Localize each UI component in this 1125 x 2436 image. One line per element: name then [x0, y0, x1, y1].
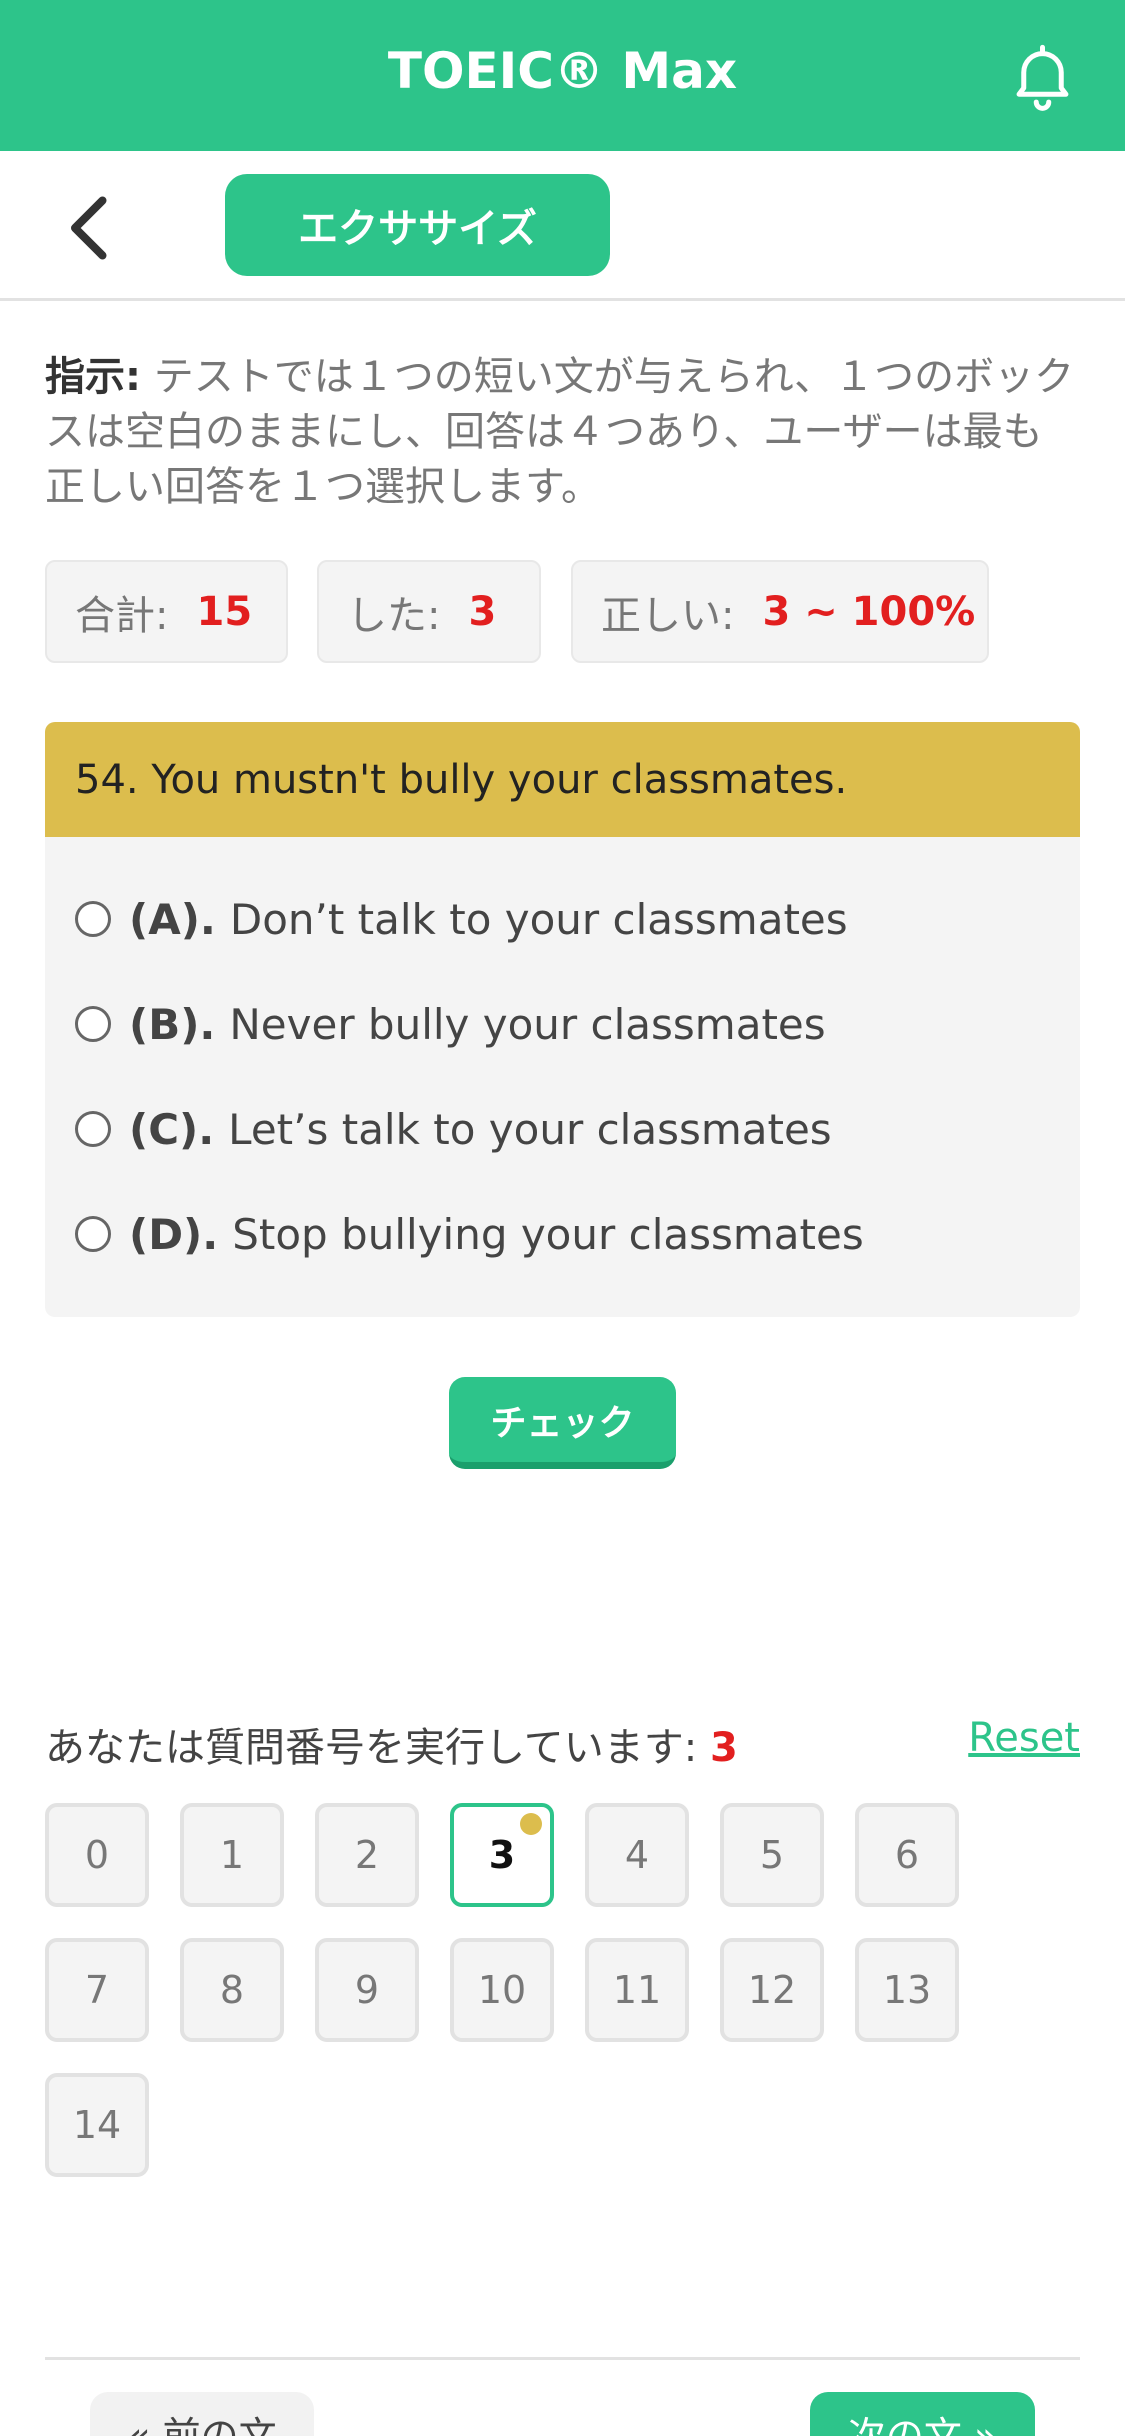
stat-done-label: した:: [347, 592, 441, 639]
question-number-button-current[interactable]: 3: [450, 1803, 554, 1907]
stat-correct-label: 正しい:: [601, 592, 735, 639]
question-number-button[interactable]: 8: [180, 1938, 284, 2042]
question-number-button[interactable]: 13: [855, 1938, 959, 2042]
app-header: TOEIC® Max: [0, 0, 1125, 151]
reset-link[interactable]: Reset: [960, 1715, 1080, 1761]
question-number-button[interactable]: 9: [315, 1938, 419, 2042]
question-number-button[interactable]: 11: [585, 1938, 689, 2042]
question-number-button[interactable]: 12: [720, 1938, 824, 2042]
bottom-divider: [45, 2357, 1080, 2360]
next-sentence-button[interactable]: 次の文 »: [810, 2392, 1035, 2436]
sub-navigation: エクササイズ: [0, 151, 1125, 301]
option-letter: (C).: [129, 1104, 215, 1154]
current-question-number: 3: [710, 1725, 738, 1771]
option-c[interactable]: (C). Let’s talk to your classmates: [75, 1099, 832, 1159]
option-b[interactable]: (B). Never bully your classmates: [75, 994, 826, 1054]
question-number-button[interactable]: 7: [45, 1938, 149, 2042]
option-a[interactable]: (A). Don’t talk to your classmates: [75, 889, 848, 949]
stat-correct-value: 3 ~ 100%: [762, 588, 976, 635]
stat-done-value: 3: [468, 588, 497, 635]
progress-indicator: あなたは質問番号を実行しています: 3: [45, 1715, 738, 1773]
option-letter: (D).: [129, 1209, 219, 1259]
instruction-text: 指示: テストでは１つの短い文が与えられ、１つのボックスは空白のままにし、回答は…: [45, 350, 1080, 515]
app-title: TOEIC® Max: [387, 42, 738, 100]
question-number-button[interactable]: 0: [45, 1803, 149, 1907]
question-number-button[interactable]: 1: [180, 1803, 284, 1907]
back-arrow-icon[interactable]: [60, 193, 120, 263]
question-number-button[interactable]: 14: [45, 2073, 149, 2177]
question-number-button[interactable]: 5: [720, 1803, 824, 1907]
previous-sentence-button[interactable]: « 前の文: [90, 2392, 314, 2436]
progress-label: あなたは質問番号を実行しています:: [45, 1725, 710, 1771]
stat-total-label: 合計:: [75, 592, 169, 639]
option-text: Never bully your classmates: [229, 999, 826, 1049]
option-d[interactable]: (D). Stop bullying your classmates: [75, 1204, 864, 1264]
stat-correct: 正しい: 3 ~ 100%: [571, 560, 989, 663]
option-text: Let’s talk to your classmates: [228, 1104, 832, 1154]
radio-button[interactable]: [75, 1111, 111, 1147]
question-card: 54. You mustn't bully your classmates. (…: [45, 722, 1080, 1317]
radio-button[interactable]: [75, 1006, 111, 1042]
instruction-label: 指示:: [45, 354, 141, 400]
question-text: 54. You mustn't bully your classmates.: [45, 722, 1080, 837]
question-number-button[interactable]: 2: [315, 1803, 419, 1907]
check-button[interactable]: チェック: [449, 1377, 676, 1469]
notification-bell-icon[interactable]: [1005, 38, 1080, 113]
question-number-button[interactable]: 6: [855, 1803, 959, 1907]
option-letter: (B).: [129, 999, 216, 1049]
option-text: Don’t talk to your classmates: [229, 894, 848, 944]
stat-total: 合計: 15: [45, 560, 288, 663]
radio-button[interactable]: [75, 901, 111, 937]
stat-done: した: 3: [317, 560, 541, 663]
radio-button[interactable]: [75, 1216, 111, 1252]
question-number-label: 3: [488, 1833, 516, 1877]
stat-total-value: 15: [196, 588, 253, 635]
current-marker-dot: [520, 1813, 542, 1835]
option-letter: (A).: [129, 894, 216, 944]
tab-exercise[interactable]: エクササイズ: [225, 174, 610, 276]
option-text: Stop bullying your classmates: [232, 1209, 864, 1259]
question-number-button[interactable]: 10: [450, 1938, 554, 2042]
instruction-body: テストでは１つの短い文が与えられ、１つのボックスは空白のままにし、回答は４つあり…: [45, 354, 1075, 510]
question-number-button[interactable]: 4: [585, 1803, 689, 1907]
